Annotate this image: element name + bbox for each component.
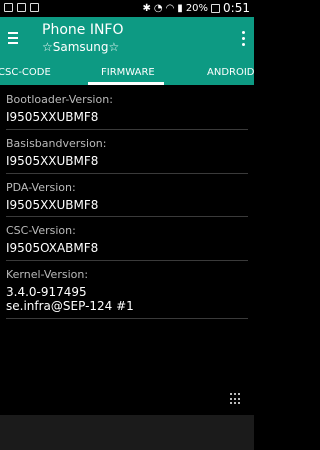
overflow-icon <box>241 31 245 34</box>
divider <box>6 216 248 217</box>
item-value: I9505OXABMF8 <box>6 241 99 255</box>
system-nav-bar <box>0 415 254 450</box>
app-bar: Phone INFO ☆Samsung☆ <box>0 17 254 61</box>
item-value: I9505XXUBMF8 <box>6 110 99 124</box>
divider <box>6 129 248 130</box>
app-subtitle: ☆Samsung☆ <box>42 40 120 54</box>
item-label: Basisbandversion: <box>6 137 107 150</box>
menu-icon <box>8 32 18 34</box>
notification-icons <box>4 3 39 12</box>
list-item-kernel: Kernel-Version: 3.4.0-917495 se.infra@SE… <box>6 268 254 313</box>
overflow-menu-button[interactable] <box>240 31 246 47</box>
divider <box>6 260 248 261</box>
item-value-line2: se.infra@SEP-124 #1 <box>6 299 134 313</box>
list-item-pda: PDA-Version: I9505XXUBMF8 <box>6 181 254 212</box>
status-time: 0:51 <box>223 1 250 15</box>
item-label: PDA-Version: <box>6 181 76 194</box>
item-label: Kernel-Version: <box>6 268 89 281</box>
item-label: CSC-Version: <box>6 224 76 237</box>
bluetooth-icon: ✱ <box>142 2 151 14</box>
tab-bar: CSC-CODE FIRMWARE ANDROID <box>0 61 255 85</box>
alarm-icon: ◔ <box>153 2 163 14</box>
mail-icon <box>4 3 13 12</box>
battery-icon <box>211 3 221 13</box>
divider <box>6 318 248 319</box>
scroll-grip-icon[interactable] <box>230 393 242 405</box>
item-value: I9505XXUBMF8 <box>6 198 99 212</box>
menu-button[interactable] <box>8 29 24 47</box>
firmware-list[interactable]: Bootloader-Version: I9505XXUBMF8 Basisba… <box>0 85 254 415</box>
tab-android[interactable]: ANDROID <box>207 67 255 78</box>
status-bar: ✱ ◔ ◠ ▮ 20% 0:51 <box>0 0 254 17</box>
item-value: I9505XXUBMF8 <box>6 154 99 168</box>
signal-icon: ▮ <box>177 2 183 14</box>
wifi-icon: ◠ <box>165 2 175 14</box>
list-item-baseband: Basisbandversion: I9505XXUBMF8 <box>6 137 254 168</box>
item-value: 3.4.0-917495 <box>6 285 87 299</box>
divider <box>6 173 248 174</box>
list-item-bootloader: Bootloader-Version: I9505XXUBMF8 <box>6 93 254 124</box>
tab-firmware[interactable]: FIRMWARE <box>101 67 155 78</box>
app-title: Phone INFO <box>42 22 124 38</box>
shopping-bag-icon <box>30 3 39 12</box>
battery-label: 20% <box>185 2 209 14</box>
system-icons: ✱ ◔ ◠ ▮ 20% 0:51 <box>142 1 250 15</box>
list-item-csc: CSC-Version: I9505OXABMF8 <box>6 224 254 255</box>
image-icon <box>17 3 26 12</box>
tab-csc-code[interactable]: CSC-CODE <box>0 67 51 78</box>
item-label: Bootloader-Version: <box>6 93 113 106</box>
